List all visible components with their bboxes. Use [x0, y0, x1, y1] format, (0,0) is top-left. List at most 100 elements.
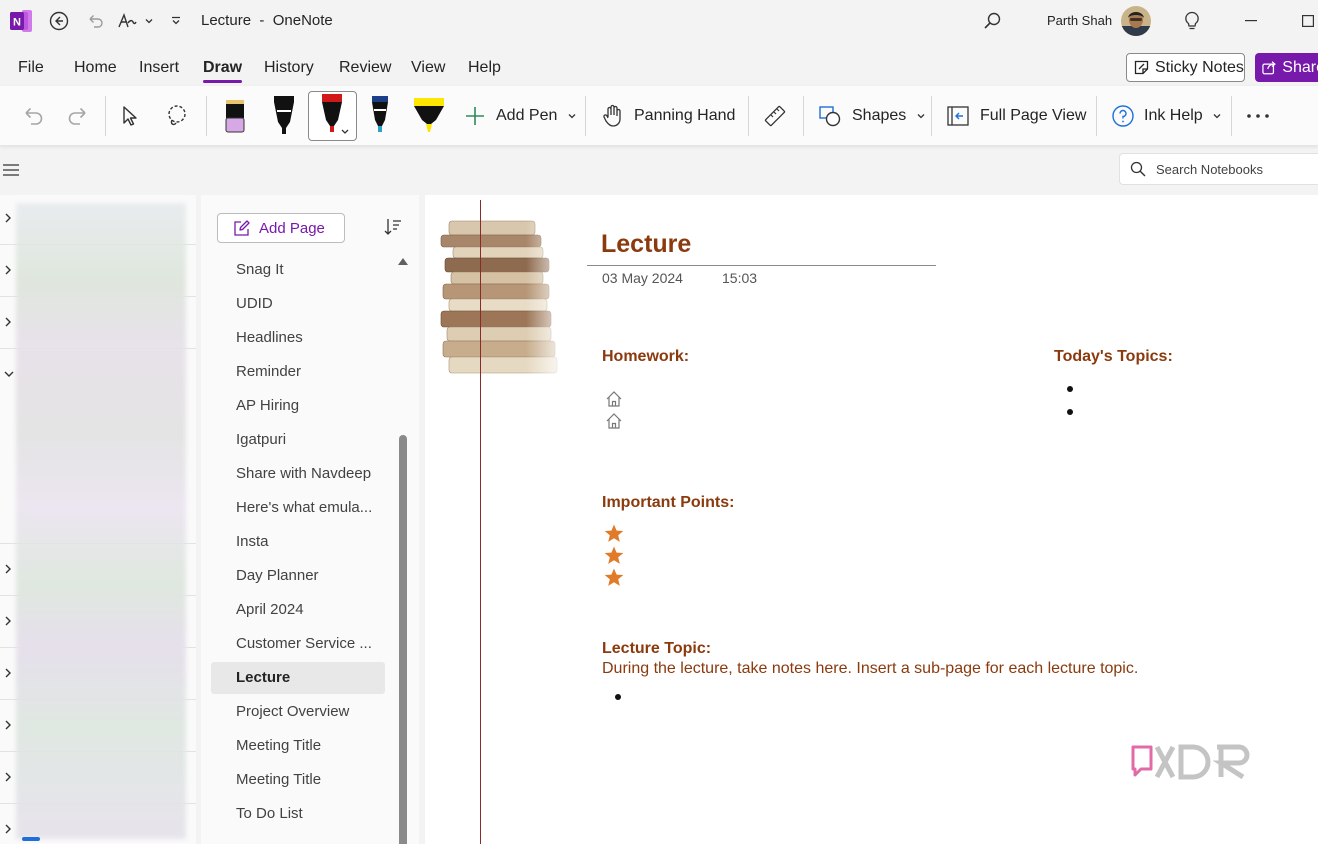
lecture-topic-heading[interactable]: Lecture Topic: — [602, 640, 711, 658]
handwriting-icon[interactable] — [116, 0, 138, 42]
todays-topics-heading[interactable]: Today's Topics: — [1054, 348, 1173, 366]
red-pen-selected[interactable] — [308, 91, 357, 141]
page-item[interactable]: Share with Navdeep — [211, 458, 385, 490]
page-item[interactable]: Igatpuri — [211, 424, 385, 456]
page-canvas[interactable]: Lecture 03 May 2024 15:03 Homework: Toda… — [425, 195, 1318, 844]
chevron-right-icon[interactable] — [4, 616, 12, 626]
share-icon — [1262, 61, 1276, 75]
shapes-icon — [819, 106, 841, 127]
chevron-down-icon[interactable] — [142, 0, 156, 42]
page-item[interactable]: AP Hiring — [211, 390, 385, 422]
page-item[interactable]: Here's what emula... — [211, 492, 385, 524]
red-pen-icon — [322, 94, 349, 134]
important-points-heading[interactable]: Important Points: — [602, 494, 734, 512]
tab-view[interactable]: View — [411, 46, 445, 86]
star-icon — [604, 546, 624, 564]
tab-insert[interactable]: Insert — [139, 46, 179, 86]
full-page-view-button[interactable]: Full Page View — [946, 86, 1086, 146]
search-placeholder: Search Notebooks — [1156, 161, 1263, 177]
select-objects-icon[interactable] — [120, 86, 142, 146]
ribbon-divider — [803, 96, 804, 136]
tab-history[interactable]: History — [264, 46, 314, 86]
ribbon-divider — [748, 96, 749, 136]
page-item-selected[interactable]: Lecture — [211, 662, 385, 694]
chevron-down-icon[interactable] — [4, 370, 14, 378]
add-page-label: Add Page — [259, 219, 325, 237]
page-item[interactable]: Meeting Title — [211, 730, 385, 762]
ink-help-button[interactable]: Ink Help — [1111, 86, 1222, 146]
chevron-right-icon[interactable] — [4, 772, 12, 782]
ribbon-redo-icon[interactable] — [65, 86, 91, 146]
notebook-divider — [0, 543, 196, 544]
scrollbar-thumb[interactable] — [399, 435, 407, 844]
page-item[interactable]: To Do List — [211, 798, 385, 830]
maximize-icon[interactable] — [1298, 0, 1318, 42]
chevron-right-icon[interactable] — [4, 668, 12, 678]
page-item[interactable]: Project Overview — [211, 696, 385, 728]
selected-section-indicator — [22, 837, 40, 841]
search-icon[interactable] — [980, 0, 1004, 42]
chevron-right-icon[interactable] — [4, 317, 12, 327]
galaxy-pen-icon[interactable] — [366, 86, 394, 146]
sticky-notes-button[interactable]: Sticky Notes — [1126, 53, 1245, 82]
share-button[interactable]: Share — [1255, 53, 1318, 82]
page-item[interactable]: Day Planner — [211, 560, 385, 592]
scroll-up-icon[interactable] — [398, 257, 408, 265]
page-item[interactable]: UDID — [211, 288, 385, 320]
tab-draw[interactable]: Draw — [203, 46, 243, 86]
full-page-view-icon — [947, 106, 969, 126]
chevron-right-icon[interactable] — [4, 720, 12, 730]
bullet-point — [1067, 386, 1073, 392]
ribbon-divider — [931, 96, 932, 136]
add-page-button[interactable]: Add Page — [217, 213, 345, 243]
lecture-topic-text[interactable]: During the lecture, take notes here. Ins… — [602, 660, 1138, 678]
ribbon-undo-icon[interactable] — [20, 86, 46, 146]
share-label: Share — [1282, 58, 1318, 76]
page-item[interactable]: Customer Service ... — [211, 628, 385, 660]
homework-heading[interactable]: Homework: — [602, 348, 689, 366]
avatar[interactable] — [1121, 6, 1151, 36]
notebook-divider — [0, 803, 196, 804]
user-name[interactable]: Parth Shah — [1047, 0, 1112, 42]
page-item[interactable]: Headlines — [211, 322, 385, 354]
minimize-icon[interactable] — [1240, 0, 1262, 42]
onenote-logo-icon[interactable]: N — [10, 10, 32, 32]
ink-help-label: Ink Help — [1144, 107, 1203, 124]
page-item[interactable]: Snag It — [211, 254, 385, 286]
lightbulb-icon[interactable] — [1181, 0, 1203, 42]
more-options-icon[interactable] — [1246, 86, 1270, 146]
customize-toolbar-icon[interactable] — [168, 0, 184, 42]
navigation-toggle-icon[interactable] — [3, 163, 19, 177]
tab-home[interactable]: Home — [74, 46, 117, 86]
tab-help[interactable]: Help — [468, 46, 501, 86]
chevron-right-icon[interactable] — [4, 824, 12, 834]
sort-icon[interactable] — [383, 217, 403, 237]
new-page-icon — [234, 219, 250, 236]
tab-review[interactable]: Review — [339, 46, 391, 86]
title-bar: N Lecture - OneNote Parth Shah — [0, 0, 1318, 42]
tab-file[interactable]: File — [18, 46, 44, 86]
page-item[interactable]: April 2024 — [211, 594, 385, 626]
ruler-icon[interactable] — [763, 86, 787, 146]
page-item[interactable]: Insta — [211, 526, 385, 558]
shapes-button[interactable]: Shapes — [818, 86, 926, 146]
lasso-select-icon[interactable] — [164, 86, 190, 146]
undo-icon[interactable] — [84, 0, 106, 42]
page-item[interactable]: Reminder — [211, 356, 385, 388]
eraser-pen-icon[interactable] — [222, 86, 248, 146]
notebook-divider — [0, 595, 196, 596]
sticky-note-icon — [1134, 60, 1149, 75]
highlighter-icon[interactable] — [410, 86, 448, 146]
black-pen-icon[interactable] — [270, 86, 298, 146]
panning-hand-button[interactable]: Panning Hand — [602, 86, 735, 146]
search-notebooks-field[interactable]: Search Notebooks — [1119, 153, 1318, 185]
add-pen-button[interactable]: Add Pen — [464, 86, 577, 146]
back-icon[interactable] — [48, 0, 70, 42]
page-title[interactable]: Lecture — [601, 230, 691, 259]
notebook-divider — [0, 699, 196, 700]
chevron-right-icon[interactable] — [4, 213, 12, 223]
chevron-right-icon[interactable] — [4, 564, 12, 574]
page-item[interactable]: Meeting Title — [211, 764, 385, 796]
chevron-right-icon[interactable] — [4, 265, 12, 275]
page-time: 15:03 — [722, 270, 758, 286]
